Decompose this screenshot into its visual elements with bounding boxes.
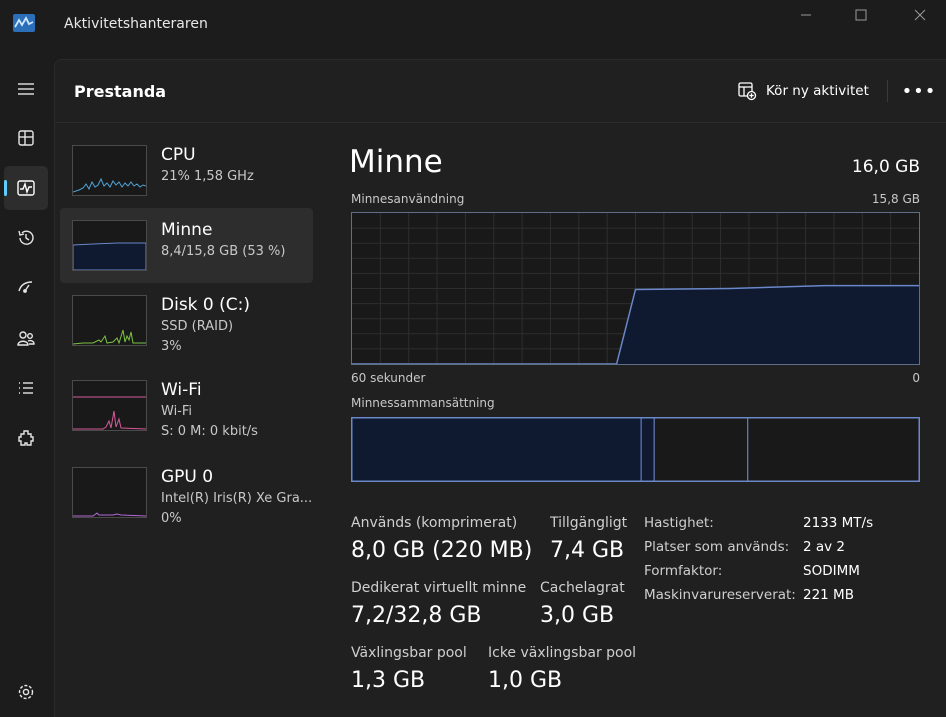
available-value: 7,4 GB	[550, 538, 625, 563]
paged-pool-label: Växlingsbar pool	[351, 645, 467, 661]
task-manager-app-icon	[13, 14, 35, 32]
device-name: GPU 0	[161, 467, 214, 487]
device-name: Minne	[161, 220, 213, 240]
device-usage: 0%	[161, 511, 182, 526]
slots-used-value: 2 av 2	[803, 539, 846, 555]
wifi-thumbnail-graph	[72, 380, 147, 431]
nav-performance[interactable]	[4, 166, 48, 210]
standby-segment	[653, 417, 749, 482]
main-panel: Prestanda Kör ny aktivitet ••• CPU 21% 1…	[54, 59, 946, 717]
in-use-value: 8,0 GB (220 MB)	[351, 538, 533, 563]
device-name: Disk 0 (C:)	[161, 295, 251, 315]
cpu-thumbnail-graph	[72, 145, 147, 196]
minimize-icon	[801, 14, 811, 16]
hardware-reserved-value: 221 MB	[803, 587, 854, 603]
nav-menu-button[interactable]	[4, 67, 48, 111]
device-usage: 3%	[161, 339, 182, 354]
in-use-label: Används (komprimerat)	[351, 515, 518, 531]
device-throughput: S: 0 M: 0 kbit/s	[161, 424, 258, 439]
gpu-thumbnail-graph	[72, 467, 147, 518]
window-title: Aktivitetshanteraren	[64, 16, 208, 32]
memory-composition-chart	[351, 417, 920, 482]
slots-used-key: Platser som används:	[644, 539, 790, 555]
nav-processes[interactable]	[4, 116, 48, 160]
device-item-wifi[interactable]: Wi-Fi Wi-Fi S: 0 M: 0 kbit/s	[60, 368, 313, 443]
nav-settings[interactable]	[4, 670, 48, 714]
close-icon	[914, 9, 926, 21]
modified-segment	[640, 417, 655, 482]
startup-icon	[18, 281, 33, 293]
menu-icon	[18, 83, 34, 95]
navigation-rail	[0, 50, 54, 717]
committed-label: Dedikerat virtuellt minne	[351, 580, 527, 596]
page-title: Prestanda	[74, 82, 167, 101]
more-options-button[interactable]: •••	[901, 77, 937, 105]
free-segment	[747, 417, 920, 482]
in-use-segment	[351, 417, 642, 482]
device-detail: Intel(R) Iris(R) Xe Gra...	[161, 491, 311, 506]
device-item-memory[interactable]: Minne 8,4/15,8 GB (53 %)	[60, 208, 313, 283]
nonpaged-pool-label: Icke växlingsbar pool	[488, 645, 637, 661]
available-label: Tillgängligt	[550, 515, 628, 531]
processes-icon	[18, 130, 34, 146]
device-detail: SSD (RAID)	[161, 319, 234, 334]
app-history-icon	[18, 230, 34, 245]
run-new-task-button[interactable]: Kör ny aktivitet	[737, 77, 869, 105]
device-name: Wi-Fi	[161, 380, 202, 400]
graph-time-start: 60 sekunder	[351, 371, 426, 385]
disk-thumbnail-graph	[72, 295, 147, 346]
nav-services[interactable]	[4, 416, 48, 460]
nav-details[interactable]	[4, 366, 48, 410]
speed-key: Hastighet:	[644, 515, 714, 531]
details-icon	[19, 382, 33, 394]
nonpaged-pool-value: 1,0 GB	[488, 668, 563, 693]
hardware-reserved-key: Maskinvarureserverat:	[644, 587, 796, 603]
maximize-icon	[855, 9, 867, 21]
maximize-button[interactable]	[838, 0, 884, 30]
run-new-task-label: Kör ny aktivitet	[766, 83, 869, 99]
memory-composition-bar	[351, 417, 920, 482]
device-detail: Wi-Fi	[161, 404, 193, 419]
device-detail: 8,4/15,8 GB (53 %)	[161, 244, 286, 259]
minimize-button[interactable]	[783, 0, 829, 30]
detail-total-memory: 16,0 GB	[851, 157, 920, 177]
settings-icon	[18, 684, 34, 700]
title-bar: Aktivitetshanteraren	[0, 0, 946, 50]
users-icon	[17, 331, 35, 346]
usage-graph-label: Minnesanvändning	[351, 192, 465, 206]
nav-users[interactable]	[4, 316, 48, 360]
nav-startup[interactable]	[4, 266, 48, 310]
form-factor-key: Formfaktor:	[644, 563, 723, 579]
form-factor-value: SODIMM	[803, 563, 860, 579]
cached-label: Cachelagrat	[540, 580, 625, 596]
header-divider	[887, 80, 888, 102]
memory-usage-chart	[352, 213, 919, 365]
memory-thumbnail-graph	[72, 220, 147, 271]
memory-usage-graph	[351, 212, 920, 365]
nav-app-history[interactable]	[4, 216, 48, 260]
device-item-disk[interactable]: Disk 0 (C:) SSD (RAID) 3%	[60, 283, 313, 358]
cached-value: 3,0 GB	[540, 603, 615, 628]
paged-pool-value: 1,3 GB	[351, 668, 426, 693]
device-item-cpu[interactable]: CPU 21% 1,58 GHz	[60, 133, 313, 208]
device-detail: 21% 1,58 GHz	[161, 169, 254, 184]
close-button[interactable]	[897, 0, 943, 30]
device-item-gpu[interactable]: GPU 0 Intel(R) Iris(R) Xe Gra... 0%	[60, 455, 313, 530]
services-icon	[18, 430, 34, 446]
composition-label: Minnessammansättning	[351, 396, 495, 410]
device-name: CPU	[161, 145, 196, 165]
graph-time-end: 0	[912, 371, 920, 385]
performance-icon	[17, 180, 35, 196]
usage-graph-max: 15,8 GB	[871, 192, 920, 206]
committed-value: 7,2/32,8 GB	[351, 603, 482, 628]
page-header: Prestanda Kör ny aktivitet •••	[55, 60, 946, 123]
run-new-task-icon	[738, 82, 757, 101]
detail-title: Minne	[349, 144, 443, 180]
speed-value: 2133 MT/s	[803, 515, 874, 531]
